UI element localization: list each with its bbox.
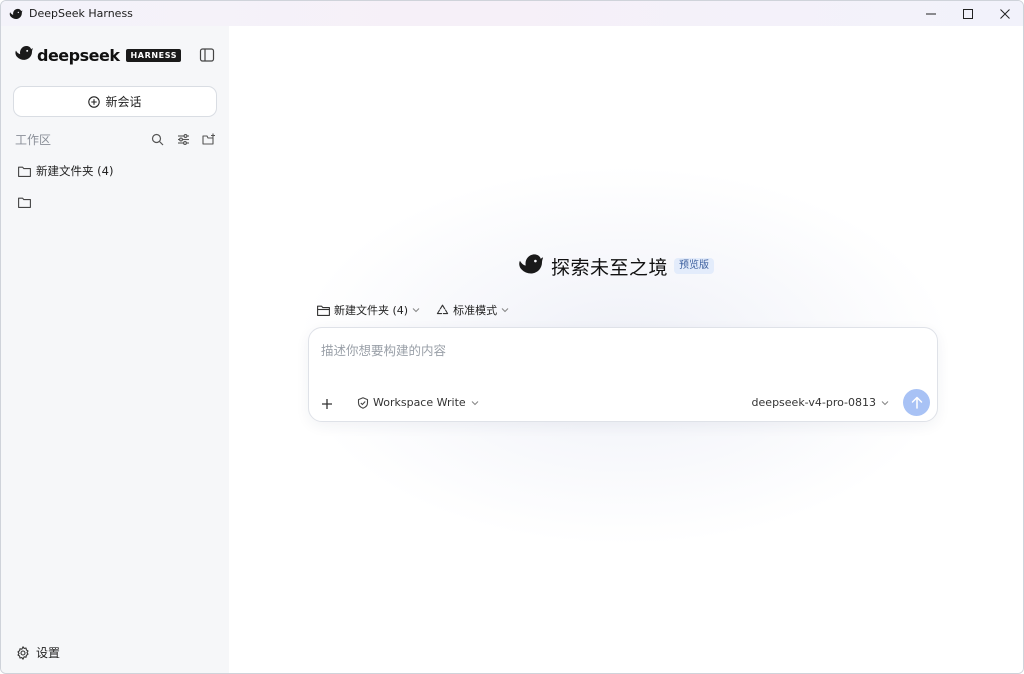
new-chat-button[interactable]: 新会话 — [13, 86, 217, 117]
hero-title: 探索未至之境 — [551, 256, 669, 279]
settings-label: 设置 — [36, 646, 61, 660]
hero-heading: 探索未至之境 预览版 — [517, 252, 715, 280]
workspace-tools — [149, 131, 217, 147]
plus-icon — [322, 399, 332, 409]
minimize-icon[interactable] — [912, 1, 949, 26]
whale-logo-icon — [9, 7, 23, 21]
folder-label: 新建文件夹 (4) — [36, 164, 114, 178]
brand-tag: HARNESS — [126, 48, 182, 62]
gear-icon — [17, 645, 29, 660]
preview-badge: 预览版 — [674, 258, 715, 274]
send-button[interactable] — [903, 389, 930, 416]
new-chat-label: 新会话 — [105, 95, 142, 109]
chevron-down-icon — [881, 400, 889, 405]
folder-item[interactable]: 新建文件夹 (4) — [18, 162, 113, 180]
search-icon[interactable] — [149, 131, 165, 147]
model-selector[interactable]: deepseek-v4-pro-0813 — [752, 396, 889, 409]
chevron-down-icon — [501, 308, 509, 313]
main-panel: 探索未至之境 预览版 新建文件夹 (4) 标准模式 Workspace Wr — [229, 26, 1023, 673]
whale-logo-icon — [14, 45, 34, 65]
filter-icon[interactable] — [175, 131, 191, 147]
permission-label: Workspace Write — [373, 396, 466, 409]
folder-icon — [18, 197, 31, 208]
recycle-icon — [436, 304, 449, 314]
window-title: DeepSeek Harness — [29, 7, 133, 20]
window-controls — [912, 1, 1023, 26]
folder-open-icon — [317, 305, 330, 316]
plus-circle-icon — [88, 95, 101, 108]
folder-selector-label: 新建文件夹 (4) — [334, 304, 409, 317]
workspace-label: 工作区 — [15, 132, 52, 147]
shield-check-icon — [357, 396, 369, 409]
settings-button[interactable]: 设置 — [16, 644, 60, 661]
app-window: DeepSeek Harness deepseek HARNESS 新会话 工作… — [0, 0, 1024, 674]
maximize-icon[interactable] — [949, 1, 986, 26]
sidebar-toggle-icon[interactable] — [199, 47, 215, 63]
prompt-input[interactable] — [321, 340, 821, 360]
permission-selector[interactable]: Workspace Write — [357, 396, 479, 409]
mode-selector[interactable]: 标准模式 — [436, 302, 509, 318]
model-label: deepseek-v4-pro-0813 — [751, 396, 876, 409]
context-selectors: 新建文件夹 (4) 标准模式 — [317, 301, 525, 319]
mode-selector-label: 标准模式 — [453, 304, 498, 317]
new-folder-icon[interactable] — [201, 131, 217, 147]
folder-selector[interactable]: 新建文件夹 (4) — [317, 302, 420, 318]
brand-logo: deepseek HARNESS — [14, 45, 182, 65]
brand-name: deepseek — [37, 45, 120, 65]
workspace-header: 工作区 — [15, 131, 217, 147]
close-icon[interactable] — [986, 1, 1023, 26]
title-bar: DeepSeek Harness — [1, 1, 1023, 26]
folder-item[interactable] — [18, 193, 36, 211]
sidebar: deepseek HARNESS 新会话 工作区 新建文件夹 (4) 设置 — [1, 26, 229, 673]
folder-icon — [18, 166, 31, 177]
chevron-down-icon — [412, 308, 420, 313]
composer: Workspace Write deepseek-v4-pro-0813 — [308, 327, 938, 422]
whale-logo-icon — [517, 253, 545, 279]
arrow-up-icon — [911, 396, 922, 409]
add-attachment-button[interactable] — [317, 394, 337, 414]
chevron-down-icon — [471, 400, 479, 405]
